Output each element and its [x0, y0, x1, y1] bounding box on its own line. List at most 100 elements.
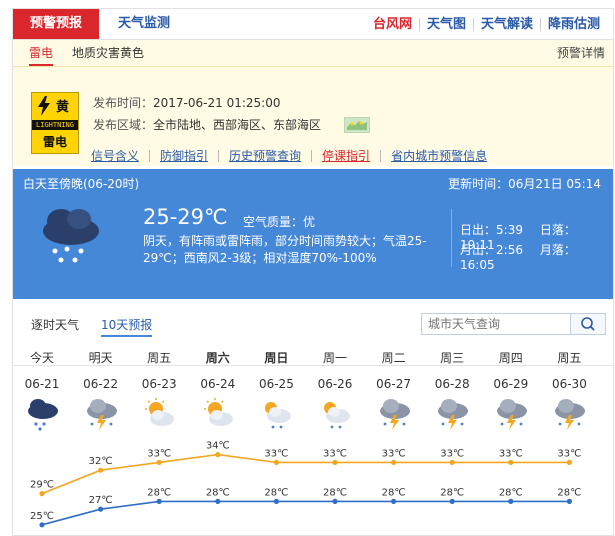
moon-row: 月出：2:56 月落： 16:05 [460, 241, 602, 272]
low-temp-point [215, 498, 221, 504]
ten-day-forecast: 29℃ 32℃ 33℃ 34℃ 33℃ 33℃ 33℃ 33℃ 33℃ 33℃ 25℃ 27℃ 28℃ 2… [13, 343, 613, 533]
high-temp-label: 32℃ [89, 456, 113, 467]
warning-detail-link[interactable]: 预警详情 [557, 40, 605, 66]
tab-geologic-warning[interactable]: 地质灾害黄色 [72, 40, 144, 66]
sun-cloud-rain-icon [265, 402, 292, 429]
moonset-label: 月落： [539, 243, 576, 257]
low-temp-label: 28℃ [323, 487, 347, 498]
day-name: 周四 [498, 351, 523, 365]
link-province-warnings[interactable]: 省内城市预警信息 [380, 150, 497, 162]
moonrise-value: 2:56 [496, 243, 523, 257]
warning-eng-label: LIGHTNING [32, 120, 78, 130]
low-temp-label: 27℃ [89, 495, 113, 506]
sunrise-label: 日出： [460, 223, 497, 237]
day-date: 06-21 [24, 377, 60, 391]
moonset-value: 16:05 [460, 258, 495, 272]
day-date: 06-22 [83, 377, 119, 391]
publish-area-value: 全市陆地、西部海区、东部海区 [153, 118, 322, 132]
publish-area-label: 发布区域： [93, 118, 154, 132]
link-typhoon[interactable]: 台风网 [366, 18, 419, 31]
warning-cn-label: 雷电 [42, 135, 67, 149]
tab-lightning-warning[interactable]: 雷电 [29, 40, 54, 66]
sunset-label: 日落： [539, 223, 576, 237]
tab-weather-monitor[interactable]: 天气监测 [109, 9, 179, 39]
high-temp-point [39, 491, 45, 497]
moonrise-label: 月出： [460, 243, 497, 257]
map-icon [347, 121, 367, 130]
day-date: 06-26 [317, 377, 353, 391]
forecast-day: 周日 06-25 [247, 343, 305, 443]
high-temp-label: 33℃ [557, 448, 581, 459]
forecast-day: 周五 06-30 [540, 343, 598, 443]
high-temp-point [156, 459, 162, 465]
low-temp-point [391, 498, 397, 504]
day-date: 06-23 [141, 377, 177, 391]
high-temp-point [215, 452, 221, 458]
day-separator [13, 365, 613, 366]
low-temp-point [39, 522, 45, 528]
air-quality-value: 优 [303, 215, 316, 229]
low-temp-point [508, 498, 514, 504]
day-date: 06-27 [376, 377, 412, 391]
day-date: 06-29 [493, 377, 529, 391]
link-weather-analysis[interactable]: 天气解读 [472, 17, 540, 31]
heavy-rain-cloud-icon [28, 399, 58, 431]
day-name: 今天 [29, 351, 54, 365]
lightning-bolt-icon [38, 96, 50, 116]
high-temp-label: 33℃ [499, 448, 523, 459]
warning-level-label: 黄 [56, 100, 70, 115]
low-temp-label: 28℃ [206, 487, 230, 498]
high-temp-point [332, 459, 338, 465]
publish-time-row: 发布时间：2017-06-21 01:25:00 [93, 94, 280, 111]
forecast-day: 周五 06-23 [130, 343, 188, 443]
search-button[interactable] [570, 313, 606, 335]
link-history-query[interactable]: 历史预警查询 [218, 150, 311, 162]
current-temperature: 25-29℃ [143, 205, 228, 229]
high-temp-label: 33℃ [147, 448, 171, 459]
sun-cloud-rain-icon [324, 402, 350, 429]
low-temp-point [566, 498, 573, 504]
forecast-day: 周六 06-24 [189, 343, 247, 443]
air-quality-label: 空气质量： [243, 215, 304, 229]
link-weather-map[interactable]: 天气图 [418, 17, 473, 31]
low-temp-label: 28℃ [382, 487, 406, 498]
day-date: 06-24 [200, 377, 236, 391]
day-name: 周五 [557, 351, 582, 365]
tab-hourly[interactable]: 逐时天气 [31, 315, 79, 335]
publish-time-label: 发布时间： [93, 96, 154, 110]
search-icon [581, 317, 595, 331]
tab-warning-forecast[interactable]: 预警预报 [13, 9, 99, 39]
thunder-rain-cloud-icon [86, 399, 117, 430]
city-search-input[interactable] [421, 313, 571, 335]
day-date: 06-25 [258, 377, 294, 391]
high-temp-label: 29℃ [30, 480, 54, 491]
high-temp-label: 33℃ [264, 448, 288, 459]
low-temp-label: 28℃ [499, 487, 523, 498]
link-defense-guide[interactable]: 防御指引 [149, 150, 218, 162]
high-temp-point [566, 459, 573, 465]
link-rainfall-estimate[interactable]: 降雨估测 [539, 17, 607, 31]
weather-widget: 预警预报 天气监测 台风网 天气图 天气解读 降雨估测 雷电 地质灾害黄色 预警… [12, 8, 614, 536]
thunder-rain-cloud-icon [496, 399, 527, 430]
forecast-day: 周一 06-26 [306, 343, 364, 443]
thunder-rain-cloud-icon [555, 399, 586, 430]
low-temp-label: 28℃ [440, 487, 464, 498]
day-date: 06-30 [551, 377, 587, 391]
low-temp-label: 28℃ [557, 487, 581, 498]
link-signal-meaning[interactable]: 信号含义 [91, 150, 149, 162]
low-temp-point [449, 498, 455, 504]
high-temp-point [98, 467, 104, 473]
forecast-day: 今天 06-21 [13, 343, 71, 443]
low-temp-point [98, 506, 104, 512]
day-name: 周二 [381, 351, 406, 365]
thunder-rain-cloud-icon [438, 399, 469, 430]
sun-moon-times: 日出：5:39 日落：19:11 月出：2:56 月落：16:05 [451, 209, 602, 272]
high-temp-label: 33℃ [323, 448, 347, 459]
day-name: 周六 [205, 351, 230, 365]
area-map-thumbnail[interactable] [344, 117, 370, 133]
forecast-day: 周四 06-29 [482, 343, 540, 443]
low-temp-point [156, 498, 162, 504]
tab-10-day[interactable]: 10天预报 [101, 315, 153, 337]
forecast-day: 周二 06-27 [365, 343, 423, 443]
link-class-suspension[interactable]: 停课指引 [311, 150, 380, 162]
